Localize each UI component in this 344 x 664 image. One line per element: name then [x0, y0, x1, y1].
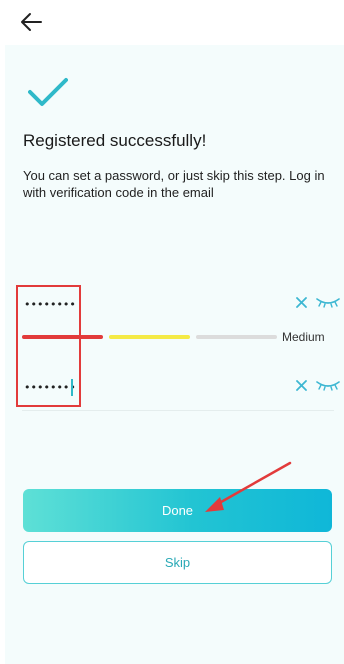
checkmark-icon [28, 78, 68, 106]
annotation-highlight-box [16, 285, 81, 407]
eye-closed-icon[interactable] [316, 296, 340, 308]
strength-bar-2 [109, 335, 190, 339]
eye-closed-icon[interactable] [316, 379, 340, 391]
close-icon[interactable] [296, 380, 307, 391]
arrow-left-icon[interactable] [20, 12, 42, 32]
skip-button[interactable]: Skip [23, 541, 332, 584]
strength-label: Medium [282, 330, 325, 344]
page-subtitle: You can set a password, or just skip thi… [23, 168, 325, 200]
done-button[interactable]: Done [23, 489, 332, 532]
top-bar [0, 0, 344, 44]
strength-bar-3 [196, 335, 277, 339]
close-icon[interactable] [296, 297, 307, 308]
page-title: Registered successfully! [23, 131, 207, 150]
confirm-field-underline [22, 410, 334, 411]
